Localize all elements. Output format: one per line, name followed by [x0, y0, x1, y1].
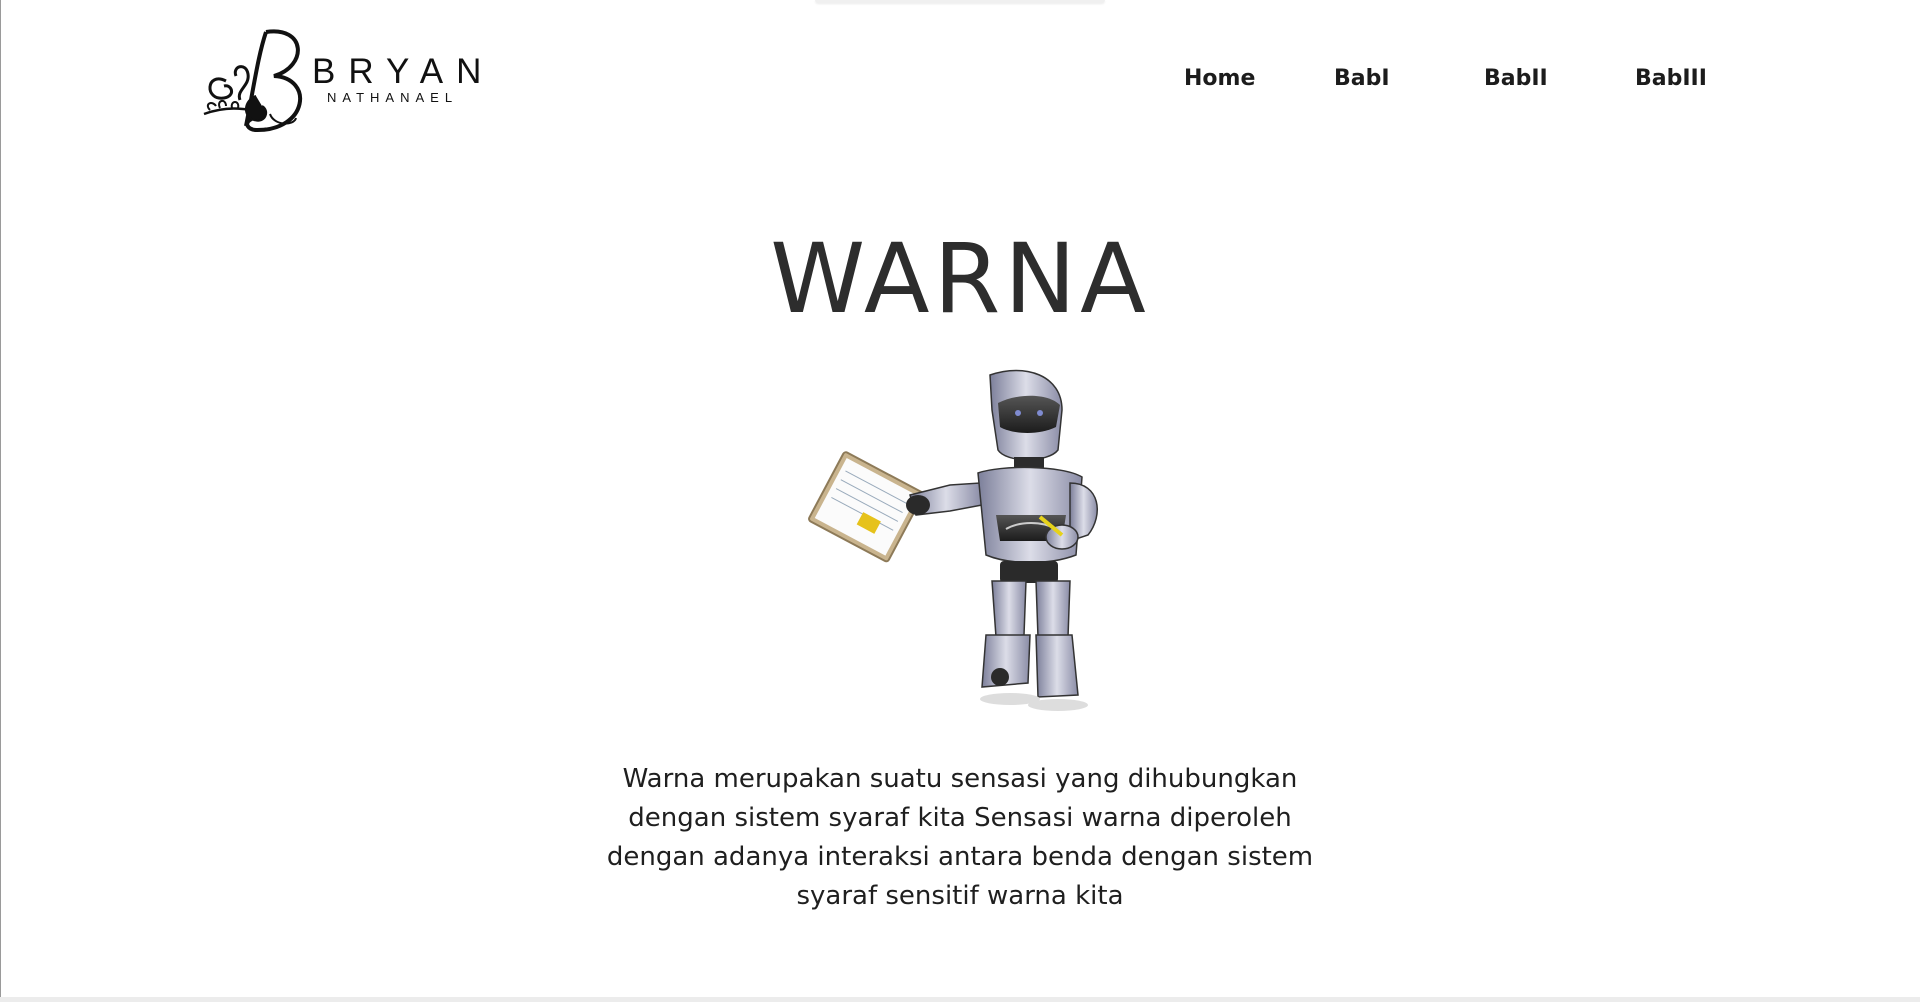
brand-name: BRYAN — [312, 52, 495, 91]
description-text: Warna merupakan suatu sensasi yang dihub… — [606, 764, 1314, 911]
page-bottom-border — [0, 997, 1920, 1002]
brand-subtitle: NATHANAEL — [327, 90, 459, 105]
nav-item-bab2[interactable]: BabII — [1484, 66, 1548, 91]
nav-item-home[interactable]: Home — [1184, 66, 1255, 91]
robot-with-clipboard-icon — [808, 369, 1098, 711]
nav-item-bab1[interactable]: BabI — [1334, 66, 1390, 91]
nav-item-bab3[interactable]: BabIII — [1635, 66, 1707, 91]
page-title: WARNA — [770, 223, 1150, 335]
window-left-border — [0, 0, 1, 1002]
top-pull-tab — [815, 0, 1105, 3]
